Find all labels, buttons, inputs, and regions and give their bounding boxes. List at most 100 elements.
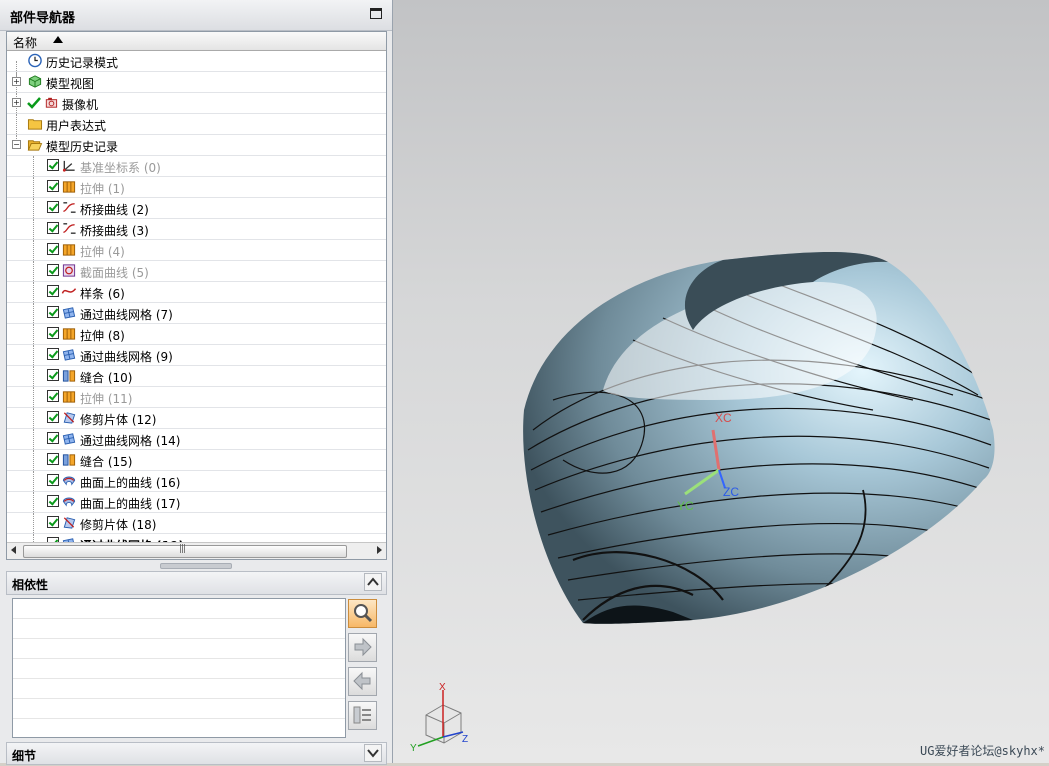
panel-splitter-handle[interactable]: [160, 563, 232, 569]
tree-item-label: 摄像机: [62, 98, 99, 112]
xc-label: XC: [715, 411, 732, 425]
sort-ascending-icon: [53, 36, 63, 43]
tree-item-label: 用户表达式: [46, 119, 107, 133]
visibility-checkbox[interactable]: [47, 369, 59, 381]
visibility-checkbox[interactable]: [47, 180, 59, 192]
tree-row[interactable]: 拉伸 (1): [7, 177, 386, 198]
triad-y-label: Y: [410, 743, 417, 754]
watermark-text: UG爱好者论坛@skyhx*: [919, 744, 1045, 758]
visibility-checkbox[interactable]: [47, 348, 59, 360]
visibility-checkbox[interactable]: [47, 390, 59, 402]
tree-row[interactable]: 桥接曲线 (2): [7, 198, 386, 219]
shell-body[interactable]: [523, 252, 995, 624]
visibility-checkbox[interactable]: [47, 159, 59, 171]
tree-row[interactable]: 截面曲线 (5): [7, 261, 386, 282]
visibility-checkbox[interactable]: [47, 474, 59, 486]
curve-mesh-icon: [62, 307, 76, 319]
section-curve-icon: [62, 264, 76, 277]
tree-row[interactable]: + 模型视图: [7, 72, 386, 93]
visibility-checkbox[interactable]: [47, 264, 59, 276]
visibility-checkbox[interactable]: [47, 222, 59, 234]
folder-icon: [27, 119, 43, 130]
sew-icon: [62, 370, 76, 382]
tree-row[interactable]: 桥接曲线 (3): [7, 219, 386, 240]
tree-row[interactable]: 拉伸 (8): [7, 324, 386, 345]
curve-on-surface-icon: [62, 497, 76, 507]
tree-connector: [16, 114, 17, 134]
dependencies-title: 相依性: [12, 578, 49, 592]
spline-icon: [61, 288, 77, 294]
tree-connector: [33, 198, 34, 218]
tree-row[interactable]: 样条 (6): [7, 282, 386, 303]
tree-item-label: 曲面上的曲线 (16): [80, 476, 181, 490]
next-arrow-icon[interactable]: [348, 633, 377, 662]
collapse-chevron-up-icon[interactable]: [364, 573, 382, 591]
tree-row[interactable]: 拉伸 (11): [7, 387, 386, 408]
extrude-icon: [62, 391, 76, 403]
tree-connector: [33, 366, 34, 386]
clock-icon: [28, 53, 42, 68]
tree-row[interactable]: 通过曲线网格 (14): [7, 429, 386, 450]
tree-row[interactable]: 修剪片体 (12): [7, 408, 386, 429]
visibility-checkbox[interactable]: [47, 306, 59, 318]
expand-chevron-down-icon[interactable]: [364, 744, 382, 762]
tree-row[interactable]: 缝合 (15): [7, 450, 386, 471]
tree-item-label: 桥接曲线 (3): [80, 224, 149, 238]
expand-plus-icon[interactable]: +: [12, 77, 21, 86]
tree-row[interactable]: 缝合 (10): [7, 366, 386, 387]
scroll-left-icon[interactable]: [11, 546, 16, 554]
list-mode-icon[interactable]: [348, 701, 377, 730]
tree-connector: [33, 450, 34, 470]
scrollbar-thumb[interactable]: [23, 544, 347, 558]
details-section-header[interactable]: 细节: [6, 742, 387, 765]
trim-sheet-icon: [63, 412, 76, 424]
scroll-right-icon[interactable]: [377, 546, 382, 554]
tree-row[interactable]: 曲面上的曲线 (17): [7, 492, 386, 513]
tree-connector: [33, 408, 34, 428]
horizontal-scrollbar[interactable]: [7, 542, 386, 559]
tree-row[interactable]: 基准坐标系 (0): [7, 156, 386, 177]
dependencies-list[interactable]: [12, 598, 346, 738]
previous-arrow-icon[interactable]: [348, 667, 377, 696]
graphics-window[interactable]: XC YC ZC X Y Z UG爱好者论坛@skyhx*: [393, 0, 1049, 763]
name-column-header[interactable]: 名称: [7, 32, 386, 51]
visibility-checkbox[interactable]: [47, 201, 59, 213]
bridge-curve-icon: [63, 202, 76, 213]
dependencies-section-header[interactable]: 相依性: [6, 571, 387, 595]
tree-item-label: 模型历史记录: [46, 140, 119, 154]
tree-row[interactable]: 修剪片体 (18): [7, 513, 386, 534]
extrude-icon: [62, 244, 76, 256]
tree-row[interactable]: 通过曲线网格 (7): [7, 303, 386, 324]
find-icon[interactable]: [348, 599, 377, 628]
tree-row[interactable]: 曲面上的曲线 (16): [7, 471, 386, 492]
tree-row[interactable]: 通过曲线网格 (9): [7, 345, 386, 366]
camera-icon: [45, 97, 58, 108]
visibility-checkbox[interactable]: [47, 516, 59, 528]
name-column-label: 名称: [13, 36, 38, 50]
sew-icon: [62, 454, 76, 466]
tree-connector: [33, 282, 34, 302]
tree-connector: [33, 345, 34, 365]
model-canvas[interactable]: XC YC ZC X Y Z: [393, 0, 1049, 763]
expand-plus-icon[interactable]: +: [12, 98, 21, 107]
visibility-checkbox[interactable]: [47, 243, 59, 255]
visibility-checkbox[interactable]: [47, 411, 59, 423]
visibility-checkbox[interactable]: [47, 285, 59, 297]
tree-connector: [33, 177, 34, 197]
tree-connector: [33, 303, 34, 323]
navigator-titlebar: 部件导航器: [0, 0, 392, 31]
tree-row[interactable]: + 摄像机: [7, 93, 386, 114]
tree-row[interactable]: 历史记录模式: [7, 51, 386, 81]
navigator-tree[interactable]: 名称 历史记录模式 + 模型视图 + 摄像机 用户表达式 − 模型历史记录 基准坐标系 (0) 拉…: [6, 31, 387, 560]
visibility-checkbox[interactable]: [47, 327, 59, 339]
tree-connector: [33, 492, 34, 512]
collapse-minus-icon[interactable]: −: [12, 140, 21, 149]
visibility-checkbox[interactable]: [47, 432, 59, 444]
zc-label: ZC: [723, 485, 739, 499]
tree-row[interactable]: 用户表达式: [7, 114, 386, 135]
maximize-icon[interactable]: [370, 8, 382, 19]
tree-row[interactable]: 拉伸 (4): [7, 240, 386, 261]
tree-row[interactable]: − 模型历史记录: [7, 135, 386, 156]
visibility-checkbox[interactable]: [47, 495, 59, 507]
visibility-checkbox[interactable]: [47, 453, 59, 465]
